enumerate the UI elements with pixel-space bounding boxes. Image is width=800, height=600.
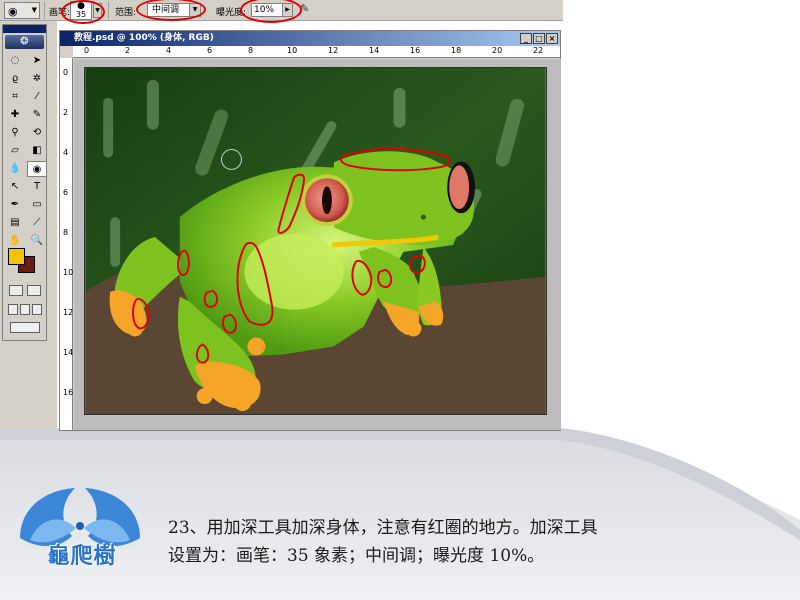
- annotation-circle: [136, 0, 206, 21]
- shape-tool-icon[interactable]: ▭: [27, 197, 47, 213]
- chevron-down-icon: ▼: [31, 6, 37, 14]
- frog-nostril: [420, 214, 426, 220]
- slide: ◉ ▼ 画笔: ● 35 ▼ 范围: 中间调 ▼ 曝光度: 10% ▶ ✎ ❂ …: [0, 0, 800, 600]
- ruler-label: 4: [166, 46, 172, 55]
- frog-toe: [247, 337, 266, 356]
- ruler-label: 18: [451, 46, 462, 55]
- range-label: 范围:: [115, 8, 137, 18]
- ruler-label: 22: [533, 46, 544, 55]
- marquee-tool-icon[interactable]: ◌: [5, 53, 25, 69]
- toolbox-titlebar: [3, 25, 46, 33]
- type-tool-icon[interactable]: T: [27, 179, 47, 195]
- divider: [44, 2, 45, 19]
- screen-mode-full-icon[interactable]: [32, 304, 42, 315]
- gradient-tool-icon[interactable]: ◧: [27, 143, 47, 159]
- eraser-tool-icon[interactable]: ▱: [5, 143, 25, 159]
- slice-tool-icon[interactable]: ⁄: [27, 89, 47, 105]
- screen-mode-standard-icon[interactable]: [8, 304, 18, 315]
- frog-artwork[interactable]: [84, 67, 547, 415]
- blur-tool-icon[interactable]: 💧: [5, 161, 25, 177]
- ruler-label: 2: [63, 108, 69, 117]
- move-tool-icon[interactable]: ➤: [27, 53, 47, 69]
- pen-tool-icon[interactable]: ✒: [5, 197, 25, 213]
- clone-stamp-tool-icon[interactable]: ⚲: [5, 125, 25, 141]
- vertical-ruler: 0 2 4 6 8 10 12 14 16: [60, 58, 73, 430]
- ruler-label: 10: [287, 46, 298, 55]
- maximize-button[interactable]: □: [533, 33, 545, 44]
- zoom-tool-icon[interactable]: 🔍: [27, 233, 47, 249]
- tool-preset-picker[interactable]: ◉ ▼: [4, 2, 40, 19]
- frog-eye-pupil: [321, 186, 332, 215]
- frog-toe: [405, 320, 422, 337]
- canvas-area[interactable]: [74, 59, 561, 430]
- burn-tool-icon[interactable]: ◉: [27, 161, 47, 177]
- ruler-label: 6: [63, 188, 69, 197]
- ruler-label: 8: [248, 46, 254, 55]
- ruler-label: 12: [63, 308, 74, 317]
- path-selection-tool-icon[interactable]: ↖: [5, 179, 25, 195]
- site-logo-text: 龜爬樹: [47, 544, 117, 569]
- ruler-label: 16: [410, 46, 421, 55]
- options-bar: ◉ ▼ 画笔: ● 35 ▼ 范围: 中间调 ▼ 曝光度: 10% ▶ ✎: [0, 0, 563, 24]
- ruler-label: 0: [63, 68, 69, 77]
- lasso-tool-icon[interactable]: ϱ: [5, 71, 25, 87]
- quick-mask-mode-icon[interactable]: [27, 285, 41, 296]
- ruler-label: 12: [328, 46, 339, 55]
- crop-tool-icon[interactable]: ⌗: [5, 89, 25, 105]
- ruler-label: 6: [207, 46, 213, 55]
- ruler-label: 14: [369, 46, 380, 55]
- ruler-label: 20: [492, 46, 503, 55]
- screen-mode-full-menu-icon[interactable]: [20, 304, 30, 315]
- notes-tool-icon[interactable]: ▤: [5, 215, 25, 231]
- instruction-caption: 23、用加深工具加深身体，注意有红圈的地方。加深工具 设置为：画笔：35 象素；…: [168, 514, 788, 570]
- divider: [108, 2, 109, 19]
- frog-far-eye-iris: [449, 165, 470, 210]
- caption-line-2: 设置为：画笔：35 象素；中间调；曝光度 10%。: [168, 546, 545, 566]
- ruler-label: 4: [63, 148, 69, 157]
- ruler-label: 0: [84, 46, 90, 55]
- ruler-label: 10: [63, 268, 74, 277]
- app-logo-icon[interactable]: ❂: [5, 35, 44, 49]
- hand-tool-icon[interactable]: ✋: [5, 233, 25, 249]
- frog-toe: [233, 393, 252, 412]
- annotation-circle: [240, 0, 302, 23]
- ruler-label: 2: [125, 46, 131, 55]
- document-window: 教程.psd @ 100% (身体, RGB) _ □ × 0 2 4 6 8 …: [59, 30, 561, 431]
- magic-wand-tool-icon[interactable]: ✲: [27, 71, 47, 87]
- minimize-button[interactable]: _: [520, 33, 532, 44]
- document-titlebar[interactable]: 教程.psd @ 100% (身体, RGB) _ □ ×: [60, 31, 560, 46]
- document-title: 教程.psd @ 100% (身体, RGB): [74, 33, 214, 43]
- history-brush-tool-icon[interactable]: ⟲: [27, 125, 47, 141]
- frog-toe: [196, 388, 213, 405]
- jump-to-imageready-icon[interactable]: [10, 322, 40, 333]
- ruler-label: 16: [63, 388, 74, 397]
- frog-belly: [244, 234, 344, 310]
- ruler-label: 14: [63, 348, 74, 357]
- brush-tool-icon[interactable]: ✎: [27, 107, 47, 123]
- close-button[interactable]: ×: [546, 33, 558, 44]
- annotation-circle: [61, 0, 105, 24]
- foreground-color-swatch[interactable]: [8, 248, 25, 265]
- burn-tool-icon: ◉: [8, 5, 18, 18]
- caption-line-1: 23、用加深工具加深身体，注意有红圈的地方。加深工具: [168, 518, 598, 538]
- eyedropper-tool-icon[interactable]: ⟋: [27, 215, 47, 231]
- horizontal-ruler: 0 2 4 6 8 10 12 14 16 18 20 22: [73, 46, 560, 58]
- ruler-label: 8: [63, 228, 69, 237]
- healing-brush-tool-icon[interactable]: ✚: [5, 107, 25, 123]
- standard-mode-icon[interactable]: [9, 285, 23, 296]
